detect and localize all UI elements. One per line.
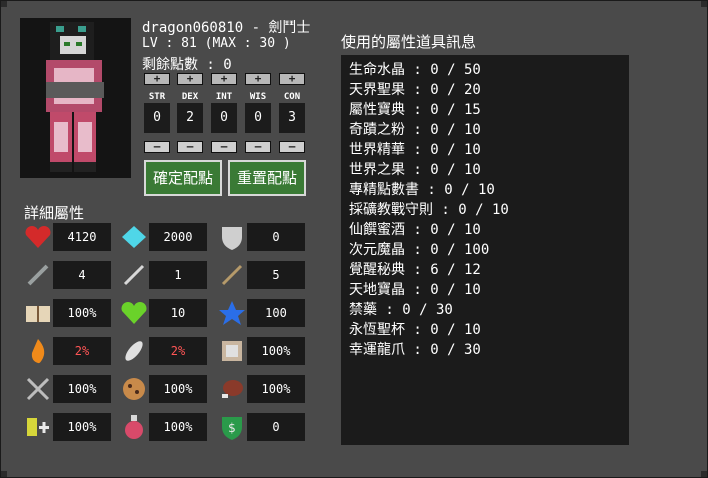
crossed-swords-icon <box>23 374 53 404</box>
crit-chance-value: 2% <box>53 337 111 365</box>
list-item: 世界精華 : 0 / 10 <box>349 142 481 158</box>
player-name: dragon060810 - 劍鬥士 <box>142 20 311 36</box>
dex-plus-button[interactable]: + <box>177 73 203 85</box>
list-item: 世界之果 : 0 / 10 <box>349 162 481 178</box>
shield-icon <box>217 222 247 252</box>
reset-allocation-button[interactable]: 重置配點 <box>228 160 306 196</box>
con-plus-button[interactable]: + <box>279 73 305 85</box>
max-health-value: 4120 <box>53 223 111 251</box>
regen-value: 10 <box>149 299 207 327</box>
svg-text:$: $ <box>228 421 236 435</box>
list-item: 永恆聖杯 : 0 / 10 <box>349 322 481 338</box>
green-heart-icon <box>119 298 149 328</box>
sword-icon <box>23 260 53 290</box>
drop-rate-value: 100% <box>247 337 305 365</box>
attack-value: 4 <box>53 261 111 289</box>
corner <box>1 471 7 477</box>
dex-minus-button[interactable]: — <box>177 141 203 153</box>
cookie-icon <box>119 374 149 404</box>
confirm-allocation-button[interactable]: 確定配點 <box>144 160 222 196</box>
magic-attack-value: 1 <box>149 261 207 289</box>
stat-label-str: STR <box>148 92 166 102</box>
list-item: 覺醒秘典 : 6 / 12 <box>349 262 481 278</box>
hunger-bonus-value: 100% <box>247 375 305 403</box>
arrow-icon <box>217 260 247 290</box>
list-item: 禁藥 : 0 / 30 <box>349 302 453 318</box>
wis-minus-button[interactable]: — <box>245 141 271 153</box>
damage-bonus-value: 100% <box>53 375 111 403</box>
int-plus-button[interactable]: + <box>211 73 237 85</box>
remaining-points: 剩餘點數 : 0 <box>142 57 232 73</box>
list-item: 次元魔晶 : 0 / 100 <box>349 242 490 258</box>
con-minus-button[interactable]: — <box>279 141 305 153</box>
meat-icon <box>217 374 247 404</box>
list-item: 屬性寶典 : 0 / 15 <box>349 102 481 118</box>
stat-label-int: INT <box>215 92 233 102</box>
list-item: 幸運龍爪 : 0 / 30 <box>349 342 481 358</box>
heart-icon <box>23 222 53 252</box>
stat-value-wis: 0 <box>245 103 271 133</box>
fire-icon <box>23 336 53 366</box>
money-bonus-value: 0 <box>247 413 305 441</box>
int-minus-button[interactable]: — <box>211 141 237 153</box>
str-plus-button[interactable]: + <box>144 73 170 85</box>
items-list-box: 生命水晶 : 0 / 50 天界聖果 : 0 / 20 屬性寶典 : 0 / 1… <box>341 55 629 445</box>
str-minus-button[interactable]: — <box>144 141 170 153</box>
star-icon <box>217 298 247 328</box>
defense-value: 0 <box>247 223 305 251</box>
stat-label-wis: WIS <box>249 92 267 102</box>
diamond-icon <box>119 222 149 252</box>
exp-rate-value: 100% <box>53 299 111 327</box>
luck-value: 100 <box>247 299 305 327</box>
list-item: 天地寶晶 : 0 / 10 <box>349 282 481 298</box>
list-item: 採礦教戰守則 : 0 / 10 <box>349 202 509 218</box>
potion-icon <box>119 412 149 442</box>
corner <box>701 1 707 7</box>
items-title: 使用的屬性道具訊息 <box>341 33 477 51</box>
stat-value-int: 0 <box>211 103 237 133</box>
stat-value-dex: 2 <box>177 103 203 133</box>
corner <box>701 471 707 477</box>
ranged-attack-value: 5 <box>247 261 305 289</box>
character-panel: dragon060810 - 劍鬥士 LV : 81 (MAX : 30 ) 剩… <box>0 0 708 478</box>
list-item: 仙饌蜜酒 : 0 / 10 <box>349 222 481 238</box>
book-icon <box>23 298 53 328</box>
character-skin-preview <box>20 18 131 178</box>
stat-value-str: 0 <box>144 103 170 133</box>
scroll-frame-icon <box>217 336 247 366</box>
wis-plus-button[interactable]: + <box>245 73 271 85</box>
stat-value-con: 3 <box>279 103 305 133</box>
stat-label-con: CON <box>283 92 301 102</box>
wand-icon <box>119 260 149 290</box>
list-item: 專精點數書 : 0 / 10 <box>349 182 495 198</box>
level-text: LV : 81 (MAX : 30 ) <box>142 36 291 51</box>
xp-plus-icon <box>23 412 53 442</box>
list-item: 天界聖果 : 0 / 20 <box>349 82 481 98</box>
max-mana-value: 2000 <box>149 223 207 251</box>
food-bonus-value: 100% <box>149 375 207 403</box>
dollar-shield-icon: $ <box>217 412 247 442</box>
dodge-value: 2% <box>149 337 207 365</box>
list-item: 奇蹟之粉 : 0 / 10 <box>349 122 481 138</box>
corner <box>1 1 7 7</box>
feather-icon <box>119 336 149 366</box>
detail-title: 詳細屬性 <box>24 204 85 222</box>
stat-label-dex: DEX <box>181 92 199 102</box>
xp-bonus-value: 100% <box>53 413 111 441</box>
list-item: 生命水晶 : 0 / 50 <box>349 62 481 78</box>
potion-bonus-value: 100% <box>149 413 207 441</box>
